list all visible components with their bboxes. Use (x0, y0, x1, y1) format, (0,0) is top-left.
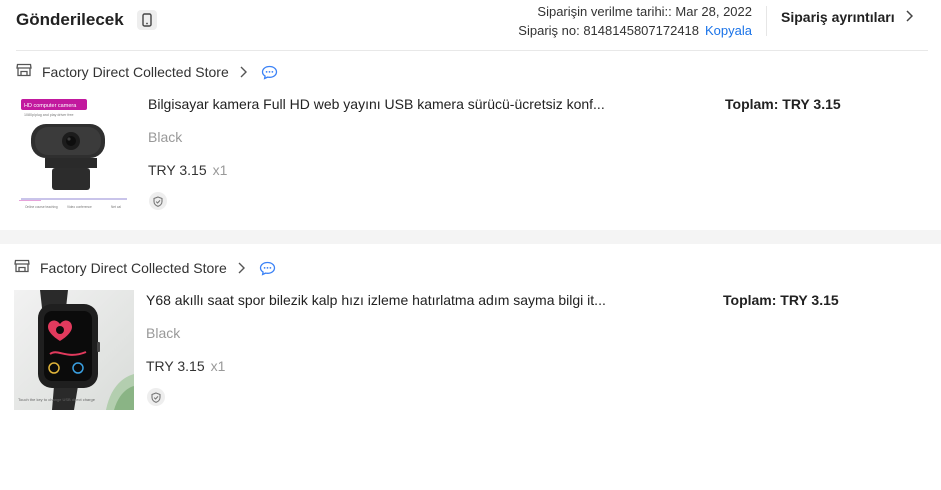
order-details-button[interactable]: Sipariş ayrıntıları (781, 9, 913, 25)
store-name-link[interactable]: Factory Direct Collected Store (42, 64, 229, 80)
product-thumbnail[interactable]: HD computer camera 1080p/plug and play d… (15, 93, 135, 213)
chevron-right-icon (905, 9, 913, 25)
product-variant: Black (146, 325, 181, 341)
product-title-link[interactable]: Bilgisayar kamera Full HD web yayını USB… (148, 96, 605, 112)
product-price: TRY 3.15 (148, 162, 207, 178)
store-icon (16, 63, 32, 82)
thumb-caption-2: Video conference (67, 205, 92, 209)
store-icon (14, 259, 30, 278)
store-name-link[interactable]: Factory Direct Collected Store (40, 260, 227, 276)
product-price-row: TRY 3.15 x1 (146, 358, 225, 374)
store-row: Factory Direct Collected Store (16, 62, 278, 82)
product-thumbnail[interactable]: Touch the key to change USB direct charg… (14, 290, 134, 410)
product-quantity: x1 (210, 358, 226, 374)
order-number: Sipariş no: 8148145807172418 (518, 23, 700, 38)
thumb-sub-text: 1080p/plug and play driver free (24, 113, 74, 117)
order-date: Siparişin verilme tarihi:: Mar 28, 2022 (537, 4, 752, 19)
shield-icon[interactable] (149, 192, 167, 210)
order-total: Toplam: TRY 3.15 (723, 292, 839, 308)
chevron-right-icon[interactable] (239, 66, 247, 78)
shield-icon[interactable] (147, 388, 165, 406)
order-separator (0, 230, 941, 244)
product-price: TRY 3.15 (146, 358, 205, 374)
order-meta: Siparişin verilme tarihi:: Mar 28, 2022 … (518, 2, 752, 40)
chevron-right-icon[interactable] (237, 262, 245, 274)
product-quantity: x1 (212, 162, 228, 178)
thumb-caption-1: Online course teaching (25, 205, 58, 209)
order-details-label: Sipariş ayrıntıları (781, 9, 895, 25)
thumb-caption-3: Net cal (111, 205, 121, 209)
thumb-caption: Touch the key to change USB direct charg… (18, 397, 96, 402)
thumb-badge-text: HD computer camera (24, 103, 77, 109)
product-variant: Black (148, 129, 183, 145)
chat-icon[interactable] (259, 261, 276, 276)
product-price-row: TRY 3.15 x1 (148, 162, 227, 178)
copy-order-number-link[interactable]: Kopyala (705, 23, 752, 38)
phone-icon[interactable] (137, 10, 157, 30)
header-divider-line (16, 50, 928, 51)
order-status-title: Gönderilecek (16, 10, 124, 29)
order-header: Gönderilecek Siparişin verilme tarihi:: … (0, 0, 941, 50)
product-title-link[interactable]: Y68 akıllı saat spor bilezik kalp hızı i… (146, 292, 606, 308)
header-divider (766, 6, 767, 36)
order-total: Toplam: TRY 3.15 (725, 96, 841, 112)
store-row: Factory Direct Collected Store (14, 258, 276, 278)
chat-icon[interactable] (261, 65, 278, 80)
